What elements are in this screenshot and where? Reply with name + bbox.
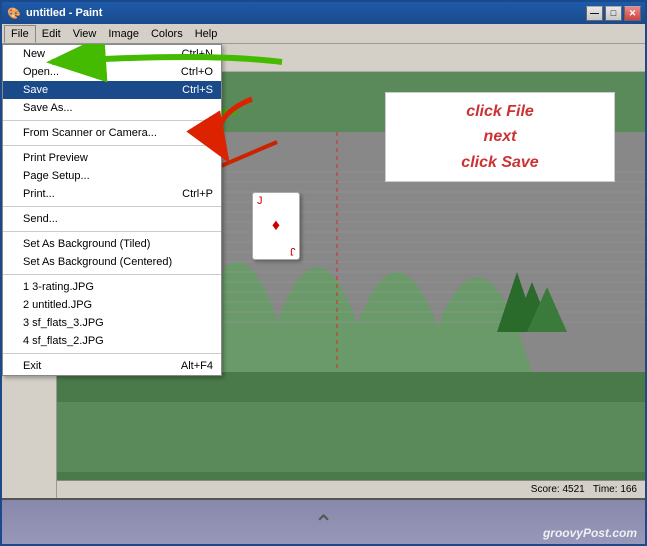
separator-6 <box>3 353 221 354</box>
card-bottom-right: J <box>290 245 296 257</box>
watermark: groovyPost.com <box>543 526 637 540</box>
instruction-line3: click Save <box>461 150 538 176</box>
instruction-line1: click File <box>466 99 534 125</box>
separator-3 <box>3 206 221 207</box>
menu-item-pagesetup[interactable]: Page Setup... <box>3 167 221 185</box>
menu-file[interactable]: File <box>4 25 36 43</box>
close-button[interactable]: ✕ <box>624 6 641 21</box>
menu-edit[interactable]: Edit <box>36 26 67 42</box>
menu-item-new[interactable]: New Ctrl+N <box>3 45 221 63</box>
menu-item-scanner[interactable]: From Scanner or Camera... <box>3 124 221 142</box>
separator-2 <box>3 145 221 146</box>
menu-image[interactable]: Image <box>102 26 145 42</box>
menu-item-save[interactable]: Save Ctrl+S <box>3 81 221 99</box>
bottom-panel: ⌃ groovyPost.com <box>2 498 645 546</box>
menu-item-recent-1[interactable]: 1 3-rating.JPG <box>3 278 221 296</box>
instruction-box: click File next click Save <box>385 92 615 182</box>
separator-5 <box>3 274 221 275</box>
window-title: untitled - Paint <box>26 7 586 19</box>
minimize-button[interactable]: — <box>586 6 603 21</box>
instruction-line2: next <box>484 124 517 150</box>
card-top-left: J <box>257 195 263 207</box>
menu-item-open[interactable]: Open... Ctrl+O <box>3 63 221 81</box>
app-icon: 🎨 <box>6 5 22 21</box>
canvas-status-bar: Score: 4521 Time: 166 <box>57 480 645 498</box>
window-controls: — □ ✕ <box>586 6 641 21</box>
maximize-button[interactable]: □ <box>605 6 622 21</box>
file-dropdown-menu: New Ctrl+N Open... Ctrl+O Save Ctrl+S Sa… <box>2 44 222 376</box>
title-bar: 🎨 untitled - Paint — □ ✕ <box>2 2 645 24</box>
game-card: J ♦ J <box>252 192 300 260</box>
menu-help[interactable]: Help <box>189 26 224 42</box>
menu-item-saveas[interactable]: Save As... <box>3 99 221 117</box>
score-text: Score: 4521 Time: 166 <box>531 484 637 495</box>
paint-window: 🎨 untitled - Paint — □ ✕ File Edit View … <box>0 0 647 546</box>
menu-colors[interactable]: Colors <box>145 26 189 42</box>
menu-item-recent-3[interactable]: 3 sf_flats_3.JPG <box>3 314 221 332</box>
menu-item-recent-2[interactable]: 2 untitled.JPG <box>3 296 221 314</box>
separator-4 <box>3 231 221 232</box>
separator-1 <box>3 120 221 121</box>
menu-item-recent-4[interactable]: 4 sf_flats_2.JPG <box>3 332 221 350</box>
menu-item-send[interactable]: Send... <box>3 210 221 228</box>
menu-item-print[interactable]: Print... Ctrl+P <box>3 185 221 203</box>
menu-item-printpreview[interactable]: Print Preview <box>3 149 221 167</box>
menu-view[interactable]: View <box>67 26 103 42</box>
menu-bar: File Edit View Image Colors Help <box>2 24 645 44</box>
scroll-chevron[interactable]: ⌃ <box>313 510 333 539</box>
menu-item-exit[interactable]: Exit Alt+F4 <box>3 357 221 375</box>
menu-item-bg-tiled[interactable]: Set As Background (Tiled) <box>3 235 221 253</box>
card-center: ♦ <box>272 217 280 235</box>
menu-item-bg-centered[interactable]: Set As Background (Centered) <box>3 253 221 271</box>
